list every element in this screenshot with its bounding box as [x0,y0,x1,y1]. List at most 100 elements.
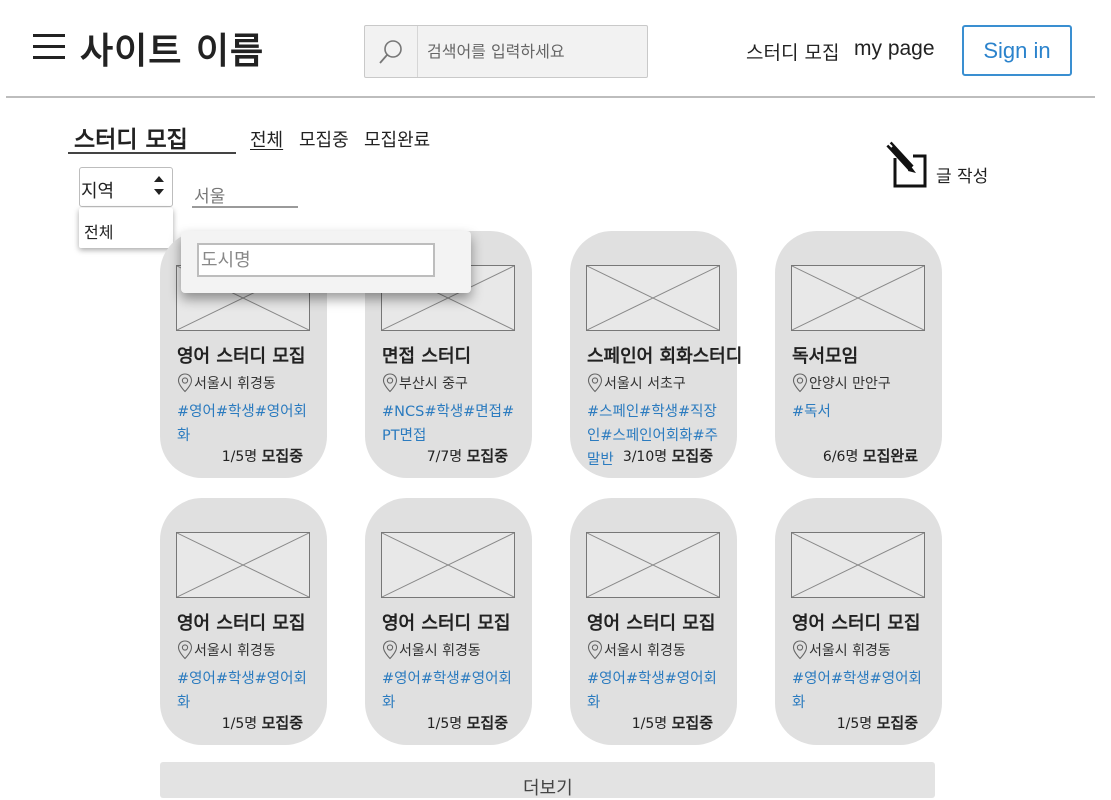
region-select[interactable]: 지역 [79,167,173,207]
card-location-text: 서울시 휘경동 [194,643,276,659]
card-title: 영어 스터디 모집 [177,346,306,367]
card-status: 모집중 [671,447,713,465]
card-member-count: 7/7명 모집중 [427,445,508,466]
location-pin-icon [177,373,193,393]
search-bar[interactable] [364,25,648,78]
card-member-count: 3/10명 모집중 [623,445,713,466]
header-divider [6,96,1095,98]
card-tags: #독서 [792,404,831,420]
image-placeholder-icon [176,532,310,598]
study-card[interactable]: 독서모임안양시 만안구 #독서 6/6명 모집완료 [775,231,942,478]
location-pin-icon [382,373,398,393]
city-popup-input[interactable] [197,243,435,277]
card-location-text: 서울시 휘경동 [809,643,891,659]
card-title: 영어 스터디 모집 [587,613,716,634]
card-title: 면접 스터디 [382,346,472,367]
card-location-text: 서울시 휘경동 [194,376,276,392]
card-title: 독서모임 [792,346,859,367]
card-location-text: 서울시 휘경동 [604,643,686,659]
location-pin-icon [177,640,193,660]
tab-recruiting[interactable]: 모집중 [299,126,349,152]
card-location-text: 서울시 서초구 [604,376,686,392]
card-count-value: 1/5명 [426,716,463,732]
section-title: 스터디 모집 [74,127,188,153]
card-count-value: 1/5명 [221,449,258,465]
card-member-count: 6/6명 모집완료 [823,445,918,466]
card-location: 서울시 휘경동 [792,640,891,660]
card-count-value: 1/5명 [836,716,873,732]
location-pin-icon [587,640,603,660]
location-pin-icon [587,373,603,393]
card-status: 모집중 [466,714,508,732]
sign-in-button[interactable]: Sign in [962,25,1072,76]
card-location: 서울시 휘경동 [587,640,686,660]
card-count-value: 3/10명 [622,449,668,465]
city-popup [181,231,471,293]
card-tags: #영어#학생#영어회화 [177,404,307,444]
write-post-button[interactable]: 글 작성 [885,140,995,192]
card-title: 영어 스터디 모집 [792,613,921,634]
card-status: 모집중 [466,447,508,465]
pencil-icon [886,141,927,188]
location-pin-icon [792,373,808,393]
location-pin-icon [382,640,398,660]
card-member-count: 1/5명 모집중 [222,712,303,733]
write-post-label: 글 작성 [936,167,989,187]
card-member-count: 1/5명 모집중 [427,712,508,733]
search-icon[interactable] [365,26,418,77]
search-input[interactable] [427,40,637,62]
study-card[interactable]: 영어 스터디 모집서울시 휘경동 #영어#학생#영어회화 1/5명 모집중 [775,498,942,745]
region-option-label: 전체 [84,223,114,242]
tab-completed[interactable]: 모집완료 [364,126,430,152]
card-status: 모집완료 [862,447,918,465]
card-count-value: 1/5명 [221,716,258,732]
menu-icon[interactable] [33,32,65,60]
card-tags: #영어#학생#영어회화 [382,671,512,711]
card-count-value: 1/5명 [631,716,668,732]
card-status: 모집중 [876,714,918,732]
card-member-count: 1/5명 모집중 [222,445,303,466]
tab-all[interactable]: 전체 [250,126,283,152]
card-location: 서울시 휘경동 [382,640,481,660]
card-status: 모집중 [261,447,303,465]
image-placeholder-icon [586,532,720,598]
nav-mypage[interactable]: my page [854,37,935,61]
image-placeholder-icon [586,265,720,331]
city-field-value: 서울 [194,187,226,207]
study-card[interactable]: 스페인어 회화스터디 서울시 서초구 #스페인#학생#직장인#스페인어회화#주말반 3… [570,231,742,478]
card-location-text: 안양시 만안구 [809,376,891,392]
location-pin-icon [792,640,808,660]
card-location: 서울시 휘경동 [177,373,276,393]
image-placeholder-icon [381,532,515,598]
region-dropdown-option[interactable]: 전체 [79,208,173,248]
card-location: 서울시 휘경동 [177,640,276,660]
site-title: 사이트 이름 [80,31,265,72]
card-location: 서울시 서초구 [587,373,686,393]
card-count-value: 7/7명 [426,449,463,465]
study-card[interactable]: 영어 스터디 모집 서울시 휘경동 #영어#학생#영어회화 1/5명 모집중 [160,498,327,745]
card-title: 스페인어 회화스터디 [587,346,743,367]
section-title-underline [68,152,236,154]
card-title: 영어 스터디 모집 [382,613,511,634]
study-card[interactable]: 영어 스터디 모집 서울시 휘경동 #영어#학생#영어회화 1/5명 모집중 [570,498,737,745]
card-tags: #NCS#학생#면접#PT면접 [382,404,515,444]
region-select-label: 지역 [81,181,115,202]
study-card[interactable]: 영어 스터디 모집 서울시 휘경동 #영어#학생#영어회화 1/5명 모집중 [365,498,532,745]
card-member-count: 1/5명 모집중 [632,712,713,733]
card-status: 모집중 [671,714,713,732]
card-tags: #영어#학생#영어회화 [792,671,922,711]
city-field[interactable]: 서울 [192,178,298,208]
card-title: 영어 스터디 모집 [177,613,306,634]
card-status: 모집중 [261,714,303,732]
card-location-text: 부산시 중구 [399,376,468,392]
image-placeholder-icon [791,265,925,331]
card-location: 안양시 만안구 [792,373,891,393]
card-tags: #영어#학생#영어회화 [177,671,307,711]
load-more-button[interactable]: 더보기 [160,762,935,799]
card-location: 부산시 중구 [382,373,468,393]
card-count-value: 6/6명 [822,449,859,465]
load-more-label: 더보기 [523,778,573,799]
nav-study-recruit[interactable]: 스터디 모집 [746,38,839,65]
select-arrows-icon [154,176,164,200]
card-location-text: 서울시 휘경동 [399,643,481,659]
